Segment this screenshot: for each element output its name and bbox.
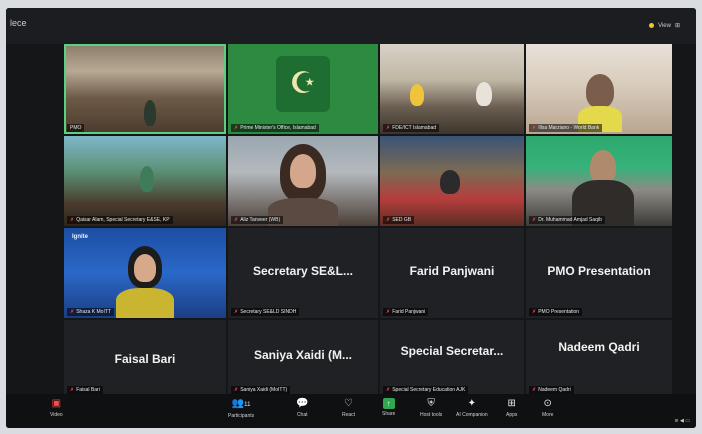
participant-name: ✗ Qaisar Alam, Special Secretary E&SE, KP [67, 216, 173, 224]
participant-name: ✗ Farid Panjwani [383, 308, 429, 316]
video-tile-world-bank[interactable]: ✗ Illsa Marziano - World Bank [526, 44, 672, 134]
mic-muted-icon: ✗ [386, 125, 391, 131]
view-label: View [658, 22, 671, 29]
share-button[interactable]: ↑ Share [382, 398, 395, 417]
wifi-icon: ≋ [674, 418, 679, 424]
video-button[interactable]: ▣ Video [50, 398, 63, 418]
video-tile-nadeem[interactable]: Nadeem Qadri ✗ Nadeem Qadri [526, 320, 672, 396]
participant-name: ✗ Faisal Bari [67, 386, 103, 394]
more-button[interactable]: ⊙ More [542, 398, 553, 418]
participant-name: ✗ Special Secretary Education AJK [383, 386, 469, 394]
apps-button[interactable]: ⊞ Apps [506, 398, 517, 418]
video-label: Video [50, 412, 63, 418]
apps-icon: ⊞ [507, 398, 516, 409]
participant-name: ✗ Nadeem Qadri [529, 386, 574, 394]
mic-muted-icon: ✗ [70, 217, 75, 223]
mic-muted-icon: ✗ [532, 217, 537, 223]
mic-muted-icon: ✗ [234, 217, 239, 223]
video-tile-shaza[interactable]: Ignite ✗ Shaza K MoITT [64, 228, 226, 318]
participant-name: ✗ Saniya Xaidi (MoITT) [231, 386, 291, 394]
share-label: Share [382, 411, 396, 417]
mic-muted-icon: ✗ [70, 387, 75, 393]
chat-label: Chat [296, 412, 308, 418]
participants-count: 11 [244, 402, 251, 408]
meeting-toolbar: ▣ Video 👥11 Participants 💬 Chat ♡ React … [6, 394, 696, 428]
video-tile-qaisar[interactable]: ✗ Qaisar Alam, Special Secretary E&SE, KP [64, 136, 226, 226]
system-tray: ≋ ◀ ▭ [674, 418, 690, 424]
participants-label: Participants [228, 413, 255, 419]
participant-display-name: Special Secretar... [400, 344, 504, 358]
chat-button[interactable]: 💬 Chat [296, 398, 308, 418]
more-icon: ⊙ [543, 398, 552, 409]
ai-companion-button[interactable]: ✦ AI Companion [456, 398, 488, 418]
video-tile-saniya[interactable]: Saniya Xaidi (M... ✗ Saniya Xaidi (MoITT) [228, 320, 378, 396]
mic-muted-icon: ✗ [234, 309, 239, 315]
react-button[interactable]: ♡ React [342, 398, 355, 418]
video-tile-pmo[interactable]: PMO [64, 44, 226, 134]
participant-display-name: Farid Panjwani [409, 264, 495, 278]
mic-muted-icon: ✗ [386, 217, 391, 223]
more-label: More [542, 412, 554, 418]
shield-icon: ⛨ [427, 398, 435, 409]
video-tile-faisal[interactable]: Faisal Bari ✗ Faisal Bari [64, 320, 226, 396]
video-tile-asghar[interactable]: ✗ Dr. Muhammad Amjad Saqib [526, 136, 672, 226]
share-screen-icon: ↑ [382, 398, 395, 409]
mic-muted-icon: ✗ [386, 387, 391, 393]
heart-icon: ♡ [344, 398, 354, 409]
video-off-icon: ▣ [51, 398, 62, 409]
government-emblem-icon: ☪ [276, 56, 330, 112]
participant-display-name: Faisal Bari [114, 352, 176, 366]
participant-name: ✗ SED GB [383, 216, 415, 224]
participant-name: ✗ Dr. Muhammad Amjad Saqib [529, 216, 605, 224]
mic-muted-icon: ✗ [532, 125, 537, 131]
top-bar: lece View ⊞ [6, 8, 696, 44]
mic-muted-icon: ✗ [234, 387, 239, 393]
ai-companion-label: AI Companion [456, 412, 488, 418]
video-tile-special-secretary[interactable]: Special Secretar... ✗ Special Secretary E… [380, 320, 524, 396]
video-tile-sed[interactable]: ✗ SED GB [380, 136, 524, 226]
video-tile-aliz[interactable]: ✗ Aliz Tanveer (WB) [228, 136, 378, 226]
host-tools-label: Host tools [420, 412, 443, 418]
battery-icon: ▭ [685, 418, 690, 424]
host-tools-button[interactable]: ⛨ Host tools [420, 398, 442, 418]
participant-display-name: PMO Presentation [547, 264, 651, 278]
participant-display-name: Saniya Xaidi (M... [253, 348, 353, 362]
video-tile-fde[interactable]: ✗ FDE/ICT Islamabad [380, 44, 524, 134]
mic-muted-icon: ✗ [70, 309, 75, 315]
participant-display-name: Secretary SE&L... [252, 264, 354, 278]
participant-name: ✗ Secretary SE&LD SINDH [231, 308, 300, 316]
sparkle-icon: ✦ [467, 398, 477, 409]
react-label: React [342, 412, 356, 418]
view-button[interactable]: View ⊞ [649, 22, 680, 29]
participant-name: PMO [67, 124, 85, 132]
window-title: lece [10, 18, 27, 28]
participant-name: ✗ PMO Presentation [529, 308, 583, 316]
participant-name: ✗ Aliz Tanveer (WB) [231, 216, 284, 224]
grid-icon: ⊞ [674, 23, 680, 29]
mic-muted-icon: ✗ [234, 125, 239, 131]
participant-name: ✗ Illsa Marziano - World Bank [529, 124, 603, 132]
mic-muted-icon: ✗ [386, 309, 391, 315]
video-tile-farid[interactable]: Farid Panjwani ✗ Farid Panjwani [380, 228, 524, 318]
security-dot-icon [649, 23, 655, 28]
volume-icon: ◀ [680, 418, 684, 424]
participant-name: ✗ Shaza K MoITT [67, 308, 114, 316]
ignite-logo: Ignite [72, 234, 88, 240]
participant-name: ✗ Prime Minister's Office, Islamabad [231, 124, 319, 132]
zoom-window: lece View ⊞ PMO ☪ ✗ Prime Minister's Offi… [6, 8, 696, 428]
video-tile-pm-office[interactable]: ☪ ✗ Prime Minister's Office, Islamabad [228, 44, 378, 134]
participants-button[interactable]: 👥11 Participants [228, 398, 254, 419]
mic-muted-icon: ✗ [532, 387, 537, 393]
participant-display-name: Nadeem Qadri [558, 340, 640, 354]
mic-muted-icon: ✗ [532, 309, 537, 315]
chat-icon: 💬 [296, 398, 309, 409]
video-tile-pmo-presentation[interactable]: PMO Presentation ✗ PMO Presentation [526, 228, 672, 318]
participants-icon: 👥11 [231, 398, 251, 409]
apps-label: Apps [506, 412, 518, 418]
video-tile-secretary-sel[interactable]: Secretary SE&L... ✗ Secretary SE&LD SINDH [228, 228, 378, 318]
participant-name: ✗ FDE/ICT Islamabad [383, 124, 440, 132]
